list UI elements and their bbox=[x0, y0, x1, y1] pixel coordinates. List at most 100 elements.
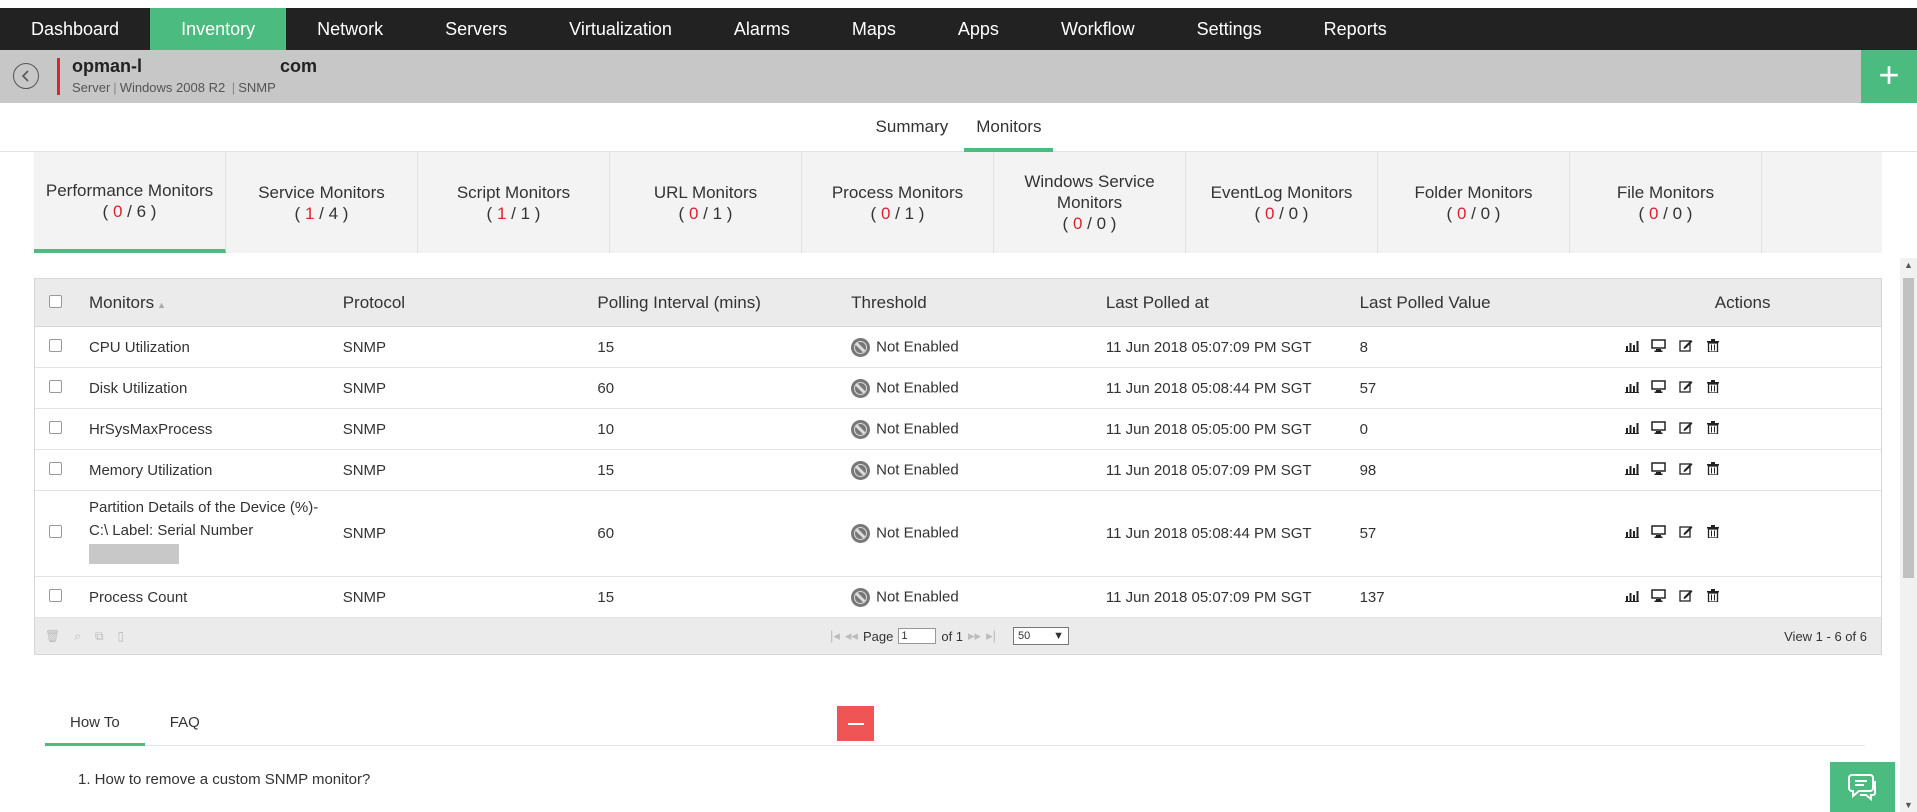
scroll-down-icon[interactable]: ▼ bbox=[1904, 800, 1913, 810]
row-checkbox[interactable] bbox=[49, 461, 62, 475]
monitor-name[interactable]: HrSysMaxProcess bbox=[89, 421, 212, 438]
first-page-icon[interactable]: |◂ bbox=[830, 628, 840, 644]
device-name: opman-l com bbox=[72, 56, 317, 77]
copy-icon[interactable]: ⧉ bbox=[95, 629, 104, 644]
tab-faq[interactable]: FAQ bbox=[145, 704, 225, 746]
row-checkbox[interactable] bbox=[49, 379, 62, 393]
delete-icon[interactable] bbox=[1705, 338, 1720, 356]
graph-icon[interactable] bbox=[1624, 339, 1639, 356]
monitor-tab-6[interactable]: EventLog Monitors( 0 / 0 ) bbox=[1186, 152, 1378, 253]
header-interval[interactable]: Polling Interval (mins) bbox=[587, 293, 841, 313]
page-size-select[interactable]: 50 ▼ bbox=[1013, 627, 1069, 645]
search-icon[interactable]: ⌕ bbox=[74, 629, 81, 644]
export-icon[interactable]: ▯ bbox=[118, 629, 125, 644]
table-row[interactable]: CPU Utilization SNMP 15 Not Enabled 11 Jun 2… bbox=[35, 327, 1881, 368]
nav-reports[interactable]: Reports bbox=[1293, 8, 1418, 50]
select-all-checkbox[interactable] bbox=[49, 294, 62, 308]
add-button[interactable]: + bbox=[1861, 50, 1917, 103]
header-last-polled-value[interactable]: Last Polled Value bbox=[1350, 293, 1605, 313]
row-checkbox[interactable] bbox=[49, 338, 62, 352]
monitor-name[interactable]: Process Count bbox=[89, 589, 187, 606]
monitor-tab-4[interactable]: Process Monitors( 0 / 1 ) bbox=[802, 152, 994, 253]
table-row[interactable]: Disk Utilization SNMP 60 Not Enabled 11 Jun … bbox=[35, 368, 1881, 409]
graph-icon[interactable] bbox=[1624, 589, 1639, 606]
header-last-polled-at[interactable]: Last Polled at bbox=[1096, 293, 1350, 313]
monitor-tab-1[interactable]: Service Monitors( 1 / 4 ) bbox=[226, 152, 418, 253]
chat-button[interactable] bbox=[1830, 762, 1895, 812]
prev-page-icon[interactable]: ◂◂ bbox=[845, 628, 858, 644]
monitor-tab-5[interactable]: Windows Service Monitors ( 0 / 0 ) bbox=[994, 152, 1186, 253]
row-checkbox[interactable] bbox=[49, 525, 62, 538]
table-row[interactable]: Process Count SNMP 15 Not Enabled 11 Jun 201… bbox=[35, 577, 1881, 618]
table-row[interactable]: Partition Details of the Device (%)-C:\ … bbox=[35, 491, 1881, 577]
page-input[interactable]: 1 bbox=[898, 628, 937, 644]
monitor-icon[interactable] bbox=[1651, 525, 1667, 542]
back-icon[interactable] bbox=[13, 63, 39, 89]
collapse-button[interactable] bbox=[837, 706, 874, 741]
monitor-tab-2[interactable]: Script Monitors( 1 / 1 ) bbox=[418, 152, 610, 253]
monitor-icon[interactable] bbox=[1651, 379, 1667, 397]
nav-virtualization[interactable]: Virtualization bbox=[538, 8, 703, 50]
nav-workflow[interactable]: Workflow bbox=[1030, 8, 1166, 50]
monitor-tab-count: ( 1 / 4 ) bbox=[294, 203, 349, 223]
nav-servers[interactable]: Servers bbox=[414, 8, 538, 50]
edit-icon[interactable] bbox=[1678, 339, 1693, 356]
monitor-icon[interactable] bbox=[1651, 461, 1667, 479]
nav-settings[interactable]: Settings bbox=[1166, 8, 1293, 50]
edit-icon[interactable] bbox=[1678, 380, 1693, 397]
nav-dashboard[interactable]: Dashboard bbox=[0, 8, 150, 50]
scroll-thumb[interactable] bbox=[1903, 278, 1914, 578]
monitor-tab-label: Performance Monitors bbox=[45, 180, 214, 200]
table-row[interactable]: Memory Utilization SNMP 15 Not Enabled 11 Ju… bbox=[35, 450, 1881, 491]
monitor-name[interactable]: Memory Utilization bbox=[89, 462, 212, 479]
row-checkbox[interactable] bbox=[49, 588, 62, 602]
monitor-tab-7[interactable]: Folder Monitors( 0 / 0 ) bbox=[1378, 152, 1570, 253]
header-actions: Actions bbox=[1714, 292, 1771, 312]
delete-icon[interactable] bbox=[1705, 588, 1720, 606]
edit-icon[interactable] bbox=[1678, 421, 1693, 438]
table-row[interactable]: HrSysMaxProcess SNMP 10 Not Enabled 11 Jun 2… bbox=[35, 409, 1881, 450]
monitor-tab-label: Windows Service Monitors bbox=[1024, 172, 1155, 212]
nav-apps[interactable]: Apps bbox=[927, 8, 1030, 50]
edit-icon[interactable] bbox=[1678, 525, 1693, 542]
graph-icon[interactable] bbox=[1624, 380, 1639, 397]
edit-icon[interactable] bbox=[1678, 462, 1693, 479]
row-checkbox[interactable] bbox=[49, 420, 62, 434]
edit-icon[interactable] bbox=[1678, 589, 1693, 606]
scrollbar[interactable]: ▲ ▼ bbox=[1900, 258, 1917, 812]
graph-icon[interactable] bbox=[1624, 462, 1639, 479]
delete-icon[interactable] bbox=[1705, 525, 1720, 542]
next-page-icon[interactable]: ▸▸ bbox=[968, 628, 981, 644]
header-protocol[interactable]: Protocol bbox=[333, 293, 588, 313]
monitor-tab-8[interactable]: File Monitors( 0 / 0 ) bbox=[1570, 152, 1762, 253]
monitor-name[interactable]: CPU Utilization bbox=[89, 339, 190, 356]
delete-icon[interactable] bbox=[1705, 461, 1720, 479]
delete-icon[interactable] bbox=[1705, 379, 1720, 397]
nav-network[interactable]: Network bbox=[286, 8, 414, 50]
scroll-up-icon[interactable]: ▲ bbox=[1904, 260, 1913, 270]
monitor-icon[interactable] bbox=[1651, 420, 1667, 438]
monitor-icon[interactable] bbox=[1651, 338, 1667, 356]
monitor-name[interactable]: Partition Details of the Device (%)-C:\ … bbox=[89, 499, 318, 539]
nav-alarms[interactable]: Alarms bbox=[703, 8, 821, 50]
delete-icon[interactable]: 🗑 bbox=[45, 629, 60, 644]
last-page-icon[interactable]: ▸| bbox=[986, 628, 996, 644]
help-item[interactable]: 1. How to remove a custom SNMP monitor? bbox=[78, 771, 370, 788]
header-threshold[interactable]: Threshold bbox=[841, 293, 1096, 313]
not-enabled-icon bbox=[851, 337, 871, 357]
tab-monitors[interactable]: Monitors bbox=[964, 103, 1054, 152]
delete-icon[interactable] bbox=[1705, 420, 1720, 438]
header-monitors[interactable]: Monitors ▲ bbox=[79, 293, 333, 313]
graph-icon[interactable] bbox=[1624, 421, 1639, 438]
subtabs: Summary Monitors bbox=[0, 103, 1917, 152]
tab-how-to[interactable]: How To bbox=[45, 704, 145, 746]
monitor-tab-label: URL Monitors bbox=[653, 182, 758, 202]
nav-maps[interactable]: Maps bbox=[821, 8, 927, 50]
graph-icon[interactable] bbox=[1624, 525, 1639, 542]
monitor-name[interactable]: Disk Utilization bbox=[89, 380, 187, 397]
tab-summary[interactable]: Summary bbox=[864, 103, 961, 152]
monitor-icon[interactable] bbox=[1651, 588, 1667, 606]
nav-inventory[interactable]: Inventory bbox=[150, 8, 287, 50]
monitor-tab-0[interactable]: Performance Monitors( 0 / 6 ) bbox=[34, 152, 226, 253]
monitor-tab-3[interactable]: URL Monitors( 0 / 1 ) bbox=[610, 152, 802, 253]
